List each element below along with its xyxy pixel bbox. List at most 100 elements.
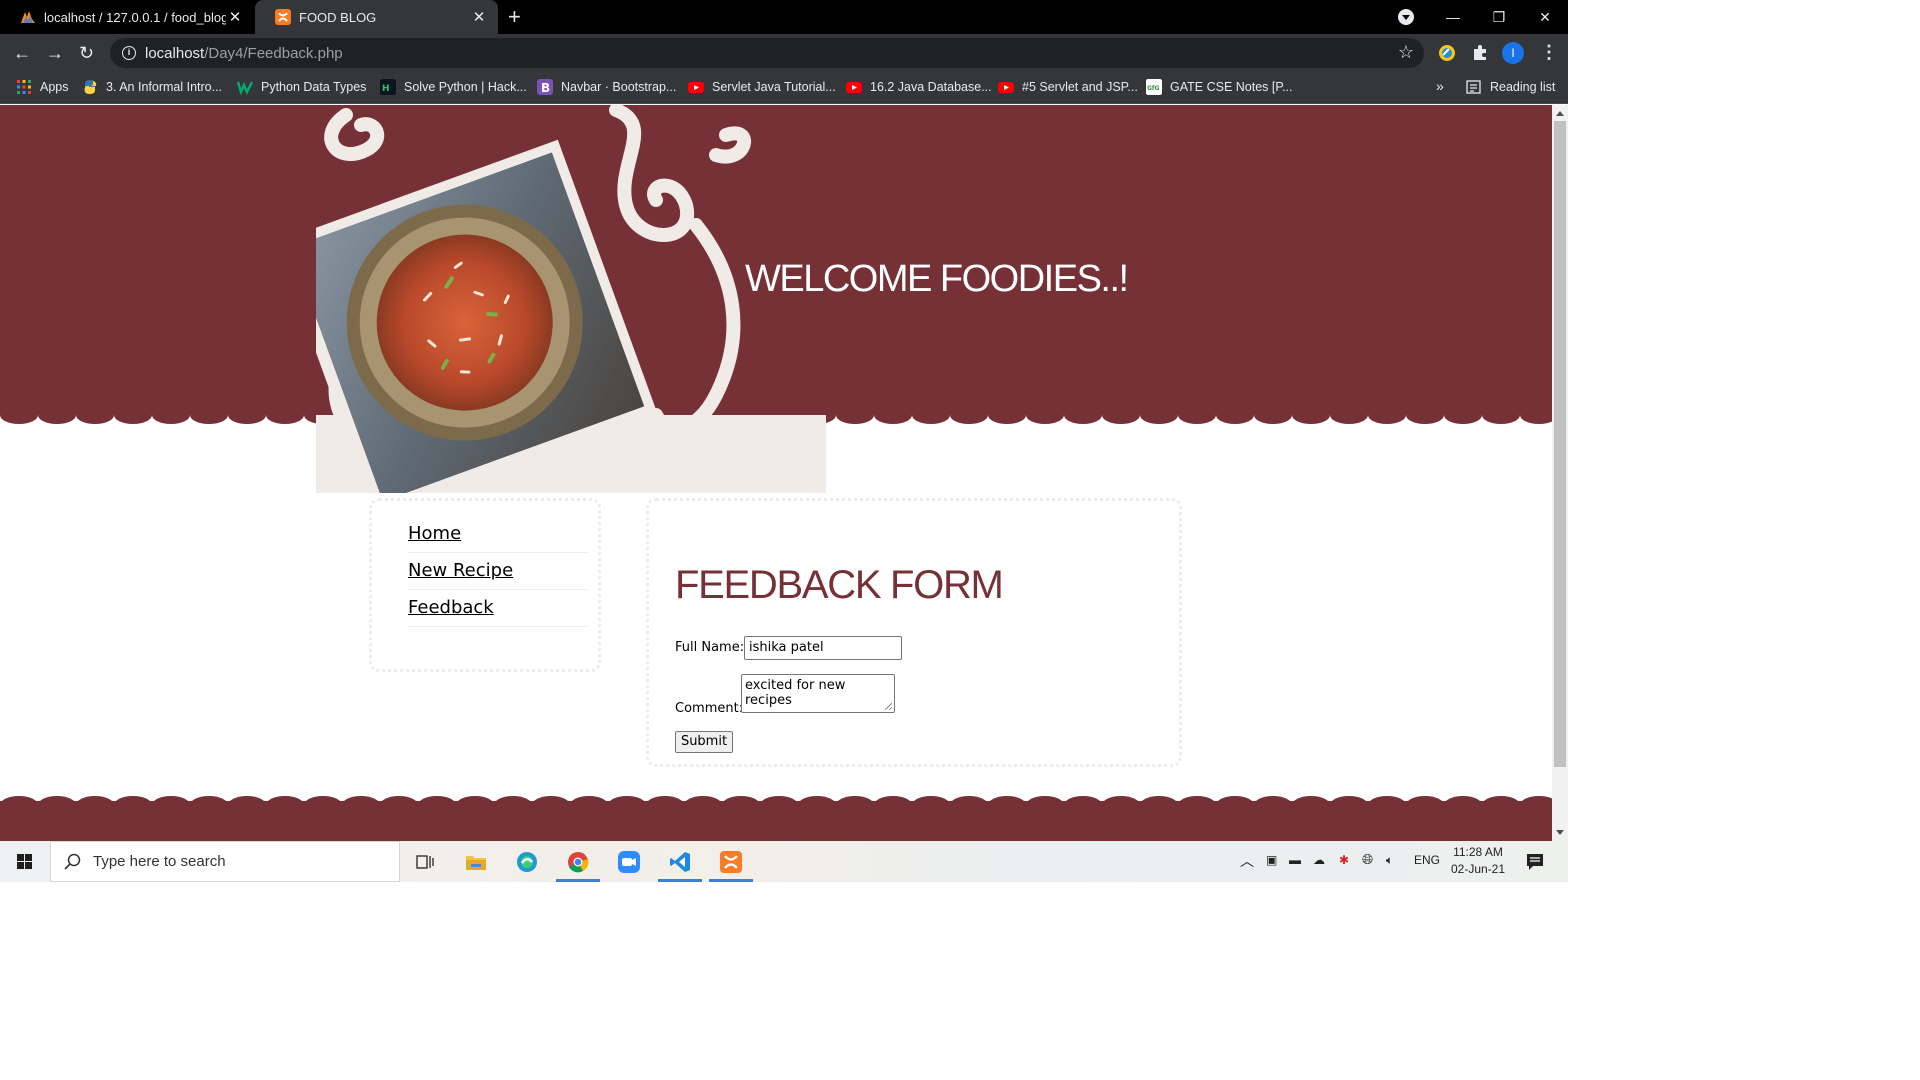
- vscode-icon[interactable]: [669, 851, 691, 873]
- nav-new-recipe-link[interactable]: New Recipe: [408, 560, 588, 590]
- comment-text: excited for new recipes: [745, 678, 846, 708]
- meet-now-icon[interactable]: ▣: [1266, 853, 1277, 867]
- site-info-icon[interactable]: i: [122, 46, 136, 60]
- back-icon[interactable]: ←: [13, 43, 31, 63]
- taskbar-search-box[interactable]: Type here to search: [50, 841, 400, 882]
- tab-strip: localhost / 127.0.0.1 / food_blog ✕ FOOD…: [0, 0, 1568, 34]
- tab-search-icon[interactable]: [1398, 9, 1414, 25]
- vscode-active-indicator: [658, 879, 702, 882]
- restore-icon[interactable]: ❐: [1476, 9, 1522, 26]
- bookmark-label: GATE CSE Notes [P...: [1170, 80, 1293, 94]
- form-title: FEEDBACK FORM: [675, 563, 1004, 607]
- task-view-icon[interactable]: [414, 851, 436, 873]
- svg-text:B: B: [541, 81, 550, 95]
- volume-icon[interactable]: 🔈︎: [1386, 853, 1393, 868]
- footer-band: [0, 801, 1552, 841]
- network-globe-icon[interactable]: 🌐︎: [1362, 851, 1373, 868]
- clock-time: 11:28 AM: [1453, 845, 1503, 859]
- antivirus-icon[interactable]: ✱: [1339, 853, 1349, 867]
- windows-taskbar: Type here to search ︿ ▣ ▬ ☁ ✱ 🌐︎ 🔈︎ ENG …: [0, 841, 1568, 882]
- nav-feedback-link[interactable]: Feedback: [408, 597, 588, 627]
- bookmark-label: Servlet Java Tutorial...: [712, 80, 836, 94]
- scroll-down-icon[interactable]: [1556, 830, 1564, 835]
- profile-avatar[interactable]: I: [1502, 42, 1524, 64]
- tab-title: FOOD BLOG: [299, 9, 377, 25]
- youtube-icon: [688, 82, 704, 93]
- bookmark-item[interactable]: H Solve Python | Hack...: [380, 79, 527, 95]
- scroll-thumb[interactable]: [1554, 121, 1566, 767]
- new-tab-icon[interactable]: +: [508, 5, 521, 29]
- bookmark-label: Apps: [40, 80, 69, 94]
- comment-label: Comment:: [675, 701, 744, 716]
- welcome-heading: WELCOME FOODIES..!: [745, 258, 1129, 300]
- xampp-icon: [275, 9, 291, 25]
- youtube-icon: [846, 82, 862, 93]
- menu-kebab-icon[interactable]: ⋮: [1540, 42, 1558, 62]
- bookmark-label: Python Data Types: [261, 80, 367, 94]
- sidebar-nav: Home New Recipe Feedback: [369, 498, 601, 672]
- bookmark-item[interactable]: Python Data Types: [237, 79, 366, 95]
- onedrive-icon[interactable]: ☁: [1313, 853, 1325, 867]
- submit-button[interactable]: Submit: [675, 731, 733, 753]
- extension-icon[interactable]: [1437, 43, 1457, 63]
- url-host: localhost: [145, 44, 205, 62]
- scroll-up-icon[interactable]: [1556, 111, 1564, 116]
- browser-toolbar: ← → ↻ i localhost/Day4/Feedback.php ☆ I …: [0, 34, 1568, 72]
- youtube-icon: [998, 82, 1014, 93]
- bookmarks-bar: Apps 3. An Informal Intro... Python Data…: [0, 72, 1568, 104]
- bookmark-item[interactable]: 3. An Informal Intro...: [82, 79, 222, 95]
- bookmark-label: 16.2 Java Database...: [870, 80, 992, 94]
- bookmark-item[interactable]: GfG GATE CSE Notes [P...: [1146, 79, 1293, 95]
- notifications-icon[interactable]: [1524, 851, 1546, 873]
- address-bar[interactable]: i localhost/Day4/Feedback.php ☆: [110, 38, 1424, 68]
- bookmark-item[interactable]: Servlet Java Tutorial...: [688, 79, 836, 95]
- tab-title: localhost / 127.0.0.1 / food_blog: [44, 9, 226, 25]
- tab-phpmyadmin[interactable]: localhost / 127.0.0.1 / food_blog ✕: [0, 0, 254, 34]
- search-placeholder: Type here to search: [93, 853, 226, 870]
- tray-overflow-icon[interactable]: ︿: [1240, 851, 1254, 871]
- svg-text:H: H: [382, 84, 390, 94]
- hackerrank-icon: H: [380, 79, 396, 95]
- reload-icon[interactable]: ↻: [79, 43, 94, 63]
- gfg-icon: GfG: [1146, 79, 1162, 95]
- tab-food-blog[interactable]: FOOD BLOG ✕: [255, 0, 498, 34]
- chrome-icon[interactable]: [567, 851, 589, 873]
- apps-grid-icon: [17, 80, 31, 94]
- clock-date: 02-Jun-21: [1450, 862, 1506, 876]
- edge-icon[interactable]: [516, 851, 538, 873]
- forward-icon[interactable]: →: [46, 43, 64, 63]
- clock[interactable]: 11:28 AM 02-Jun-21: [1448, 844, 1508, 878]
- search-icon: [64, 853, 81, 870]
- url-path: /Day4/Feedback.php: [204, 44, 343, 62]
- reading-list-icon: [1466, 80, 1481, 94]
- extensions-puzzle-icon[interactable]: [1470, 43, 1490, 63]
- w3schools-icon: [237, 81, 253, 95]
- close-tab-icon[interactable]: ✕: [226, 8, 244, 26]
- reading-list-button[interactable]: Reading list: [1466, 79, 1555, 95]
- xampp-active-indicator: [709, 879, 753, 882]
- close-window-icon[interactable]: ✕: [1522, 9, 1568, 26]
- bookmarks-overflow-icon[interactable]: »: [1436, 78, 1444, 94]
- file-explorer-icon[interactable]: [465, 851, 487, 873]
- bookmark-item[interactable]: B Navbar · Bootstrap...: [537, 79, 676, 95]
- feedback-panel: FEEDBACK FORM Full Name: ishika patel Co…: [646, 498, 1182, 767]
- bookmark-item[interactable]: #5 Servlet and JSP...: [998, 79, 1138, 95]
- zoom-icon[interactable]: [618, 851, 640, 873]
- bookmark-star-icon[interactable]: ☆: [1398, 42, 1414, 63]
- bookmark-item[interactable]: 16.2 Java Database...: [846, 79, 992, 95]
- full-name-input[interactable]: ishika patel: [744, 636, 902, 660]
- web-page: WELCOME FOODIES..! Home New Recipe Feedb…: [0, 105, 1552, 841]
- reading-list-label: Reading list: [1490, 80, 1556, 94]
- battery-icon[interactable]: ▬: [1289, 853, 1301, 867]
- minimize-icon[interactable]: —: [1430, 9, 1476, 25]
- windows-start-icon[interactable]: [0, 841, 50, 882]
- page-scrollbar[interactable]: [1552, 105, 1568, 841]
- nav-home-link[interactable]: Home: [408, 523, 588, 553]
- bookmark-label: Navbar · Bootstrap...: [561, 80, 677, 94]
- language-indicator[interactable]: ENG: [1414, 853, 1440, 867]
- close-tab-icon[interactable]: ✕: [470, 8, 488, 26]
- svg-text:GfG: GfG: [1147, 85, 1160, 92]
- comment-textarea[interactable]: excited for new recipes: [741, 674, 895, 713]
- xampp-taskbar-icon[interactable]: [720, 851, 742, 873]
- bookmark-apps[interactable]: Apps: [16, 79, 69, 95]
